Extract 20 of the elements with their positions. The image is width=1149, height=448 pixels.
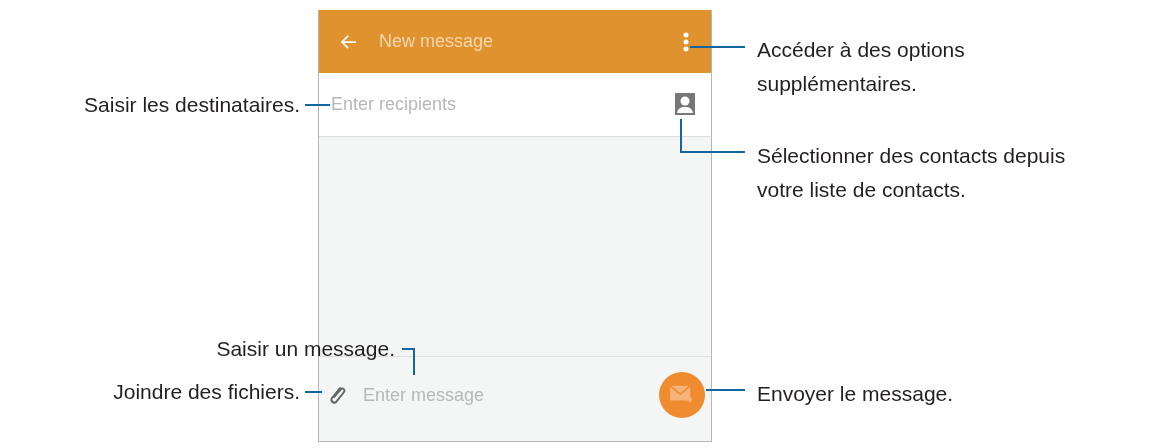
screen-title: New message <box>379 31 495 52</box>
more-options-icon[interactable] <box>683 31 689 52</box>
callout-label: Saisir un message. <box>216 336 395 362</box>
recipients-field[interactable]: Enter recipients <box>319 73 711 136</box>
leader-line <box>401 348 415 376</box>
leader-line <box>680 118 746 153</box>
envelope-icon <box>669 385 695 405</box>
message-field[interactable]: Enter message <box>361 379 651 411</box>
callout-label: Saisir les destinataires. <box>84 92 300 118</box>
leader-line <box>705 389 746 391</box>
back-arrow-icon[interactable] <box>341 34 357 49</box>
leader-line <box>304 391 323 393</box>
contact-icon[interactable] <box>675 93 695 115</box>
send-button[interactable] <box>659 372 705 418</box>
leader-line <box>304 104 331 106</box>
callout-label: Accéder à des options supplémentaires. <box>757 37 966 97</box>
callout-label: Sélectionner des contacts depuis votre liste de contacts. <box>757 143 1067 203</box>
callout-label: Envoyer le message. <box>757 381 954 407</box>
leader-line <box>689 46 746 48</box>
callout-label: Joindre des fichiers. <box>113 379 300 405</box>
